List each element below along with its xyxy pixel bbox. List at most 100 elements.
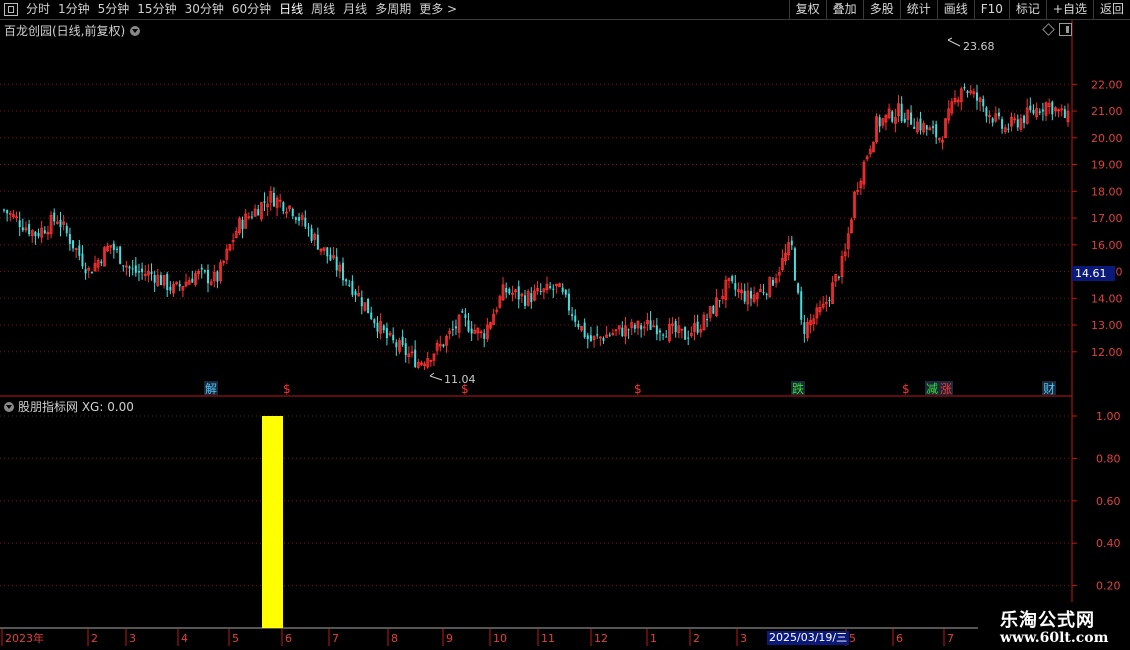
event-marker[interactable]: 涨 bbox=[940, 381, 952, 396]
candle bbox=[1019, 114, 1023, 132]
candle bbox=[162, 274, 166, 289]
candle bbox=[913, 118, 916, 129]
candle bbox=[1051, 100, 1054, 121]
candle bbox=[665, 330, 668, 338]
candle bbox=[932, 120, 935, 135]
candle bbox=[178, 280, 181, 292]
candle bbox=[812, 314, 816, 331]
event-marker[interactable]: 财 bbox=[1043, 382, 1055, 396]
candle bbox=[291, 207, 294, 220]
candle bbox=[605, 326, 609, 338]
candle bbox=[997, 108, 1000, 120]
candle bbox=[68, 227, 71, 251]
candle bbox=[329, 247, 332, 262]
candle bbox=[354, 288, 357, 302]
candle bbox=[734, 274, 737, 297]
candle bbox=[300, 212, 304, 227]
candle bbox=[467, 312, 470, 333]
candle bbox=[777, 266, 781, 283]
candle bbox=[674, 318, 677, 338]
date-label: 8 bbox=[391, 632, 398, 645]
event-marker[interactable]: 减 bbox=[926, 382, 938, 396]
candle bbox=[627, 328, 630, 339]
candle bbox=[30, 229, 34, 243]
candle bbox=[652, 319, 656, 328]
candle bbox=[234, 227, 238, 239]
high-annotation: 23.68 bbox=[947, 37, 995, 53]
candle bbox=[115, 246, 118, 253]
indicator-panel bbox=[262, 416, 283, 628]
indicator-name: 股朋指标网 XG: 0.00 bbox=[18, 400, 134, 414]
kline-chart[interactable]: 12.0013.0014.0015.0016.0017.0018.0019.00… bbox=[0, 0, 1130, 650]
candle bbox=[414, 340, 417, 369]
event-marker[interactable]: $ bbox=[283, 382, 291, 396]
chevron-down-icon[interactable] bbox=[130, 25, 141, 36]
candle bbox=[207, 264, 210, 293]
candle bbox=[461, 308, 464, 314]
candle bbox=[614, 328, 618, 336]
candle bbox=[994, 106, 998, 123]
candle bbox=[1016, 114, 1019, 131]
indicator-tick-label: 0.20 bbox=[1096, 580, 1121, 593]
candle bbox=[978, 96, 982, 111]
candle bbox=[624, 316, 627, 345]
chevron-down-icon[interactable] bbox=[4, 401, 14, 412]
candle bbox=[552, 284, 555, 298]
candle bbox=[875, 113, 878, 144]
candle bbox=[100, 259, 103, 267]
candle bbox=[470, 321, 473, 341]
candle bbox=[370, 306, 373, 321]
candle bbox=[636, 320, 640, 335]
candle bbox=[385, 322, 388, 346]
date-label: 2023年 bbox=[5, 631, 44, 645]
candle bbox=[956, 96, 960, 107]
candle bbox=[143, 265, 147, 281]
candle bbox=[87, 266, 91, 279]
candle bbox=[326, 247, 329, 264]
candle bbox=[65, 222, 68, 237]
signal-bar bbox=[262, 416, 283, 628]
candle bbox=[740, 282, 743, 301]
candle bbox=[401, 329, 404, 347]
candle bbox=[426, 352, 430, 369]
candle bbox=[34, 231, 37, 245]
candle bbox=[533, 284, 536, 302]
candle bbox=[432, 353, 436, 366]
candle bbox=[360, 290, 363, 315]
candle bbox=[191, 270, 194, 283]
candle bbox=[159, 272, 162, 286]
candle bbox=[602, 336, 605, 344]
candle bbox=[915, 117, 919, 135]
price-tick-label: 14.00 bbox=[1091, 292, 1123, 305]
candle bbox=[134, 257, 137, 277]
price-tick-label: 20.00 bbox=[1091, 132, 1123, 145]
event-marker[interactable]: $ bbox=[902, 382, 910, 396]
candle bbox=[485, 318, 489, 342]
candle bbox=[278, 193, 282, 208]
candle bbox=[253, 204, 257, 217]
panel-toggle-icon[interactable] bbox=[1059, 23, 1072, 36]
candle bbox=[950, 97, 954, 116]
date-label: 9 bbox=[446, 632, 453, 645]
candle bbox=[706, 313, 709, 328]
candle bbox=[608, 332, 611, 337]
candle bbox=[592, 335, 596, 348]
candle bbox=[348, 279, 351, 288]
event-marker[interactable]: 解 bbox=[205, 382, 217, 396]
current-price-tag: 14.61 bbox=[1072, 266, 1115, 281]
candle bbox=[944, 117, 947, 139]
candle bbox=[322, 247, 326, 255]
candle bbox=[900, 96, 903, 123]
candle bbox=[868, 145, 872, 158]
candle bbox=[941, 136, 944, 150]
candle bbox=[937, 137, 941, 143]
event-marker[interactable]: $ bbox=[634, 382, 642, 396]
date-label: 1 bbox=[650, 632, 657, 645]
event-marker[interactable]: 跌 bbox=[792, 381, 804, 396]
candle bbox=[520, 292, 524, 304]
candle bbox=[438, 335, 442, 352]
candle bbox=[831, 276, 835, 304]
candle bbox=[103, 246, 106, 267]
candle bbox=[919, 111, 922, 135]
candle bbox=[715, 289, 718, 318]
